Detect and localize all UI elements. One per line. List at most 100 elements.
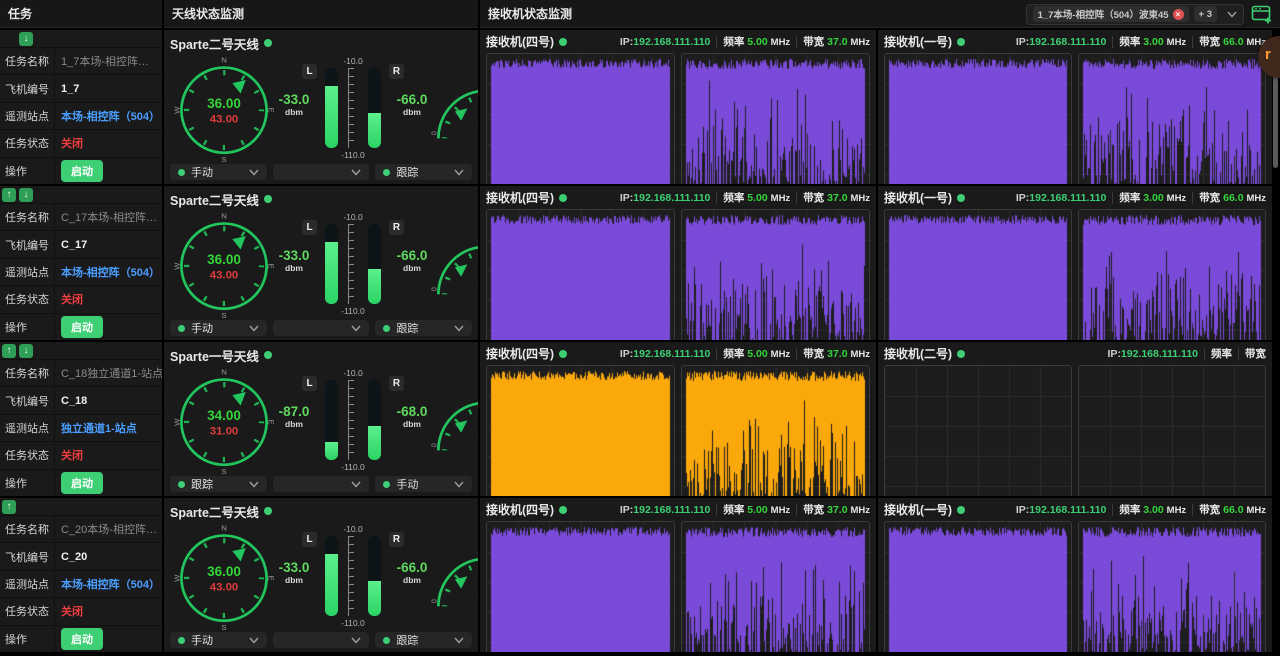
left-channel-badge: L: [302, 376, 317, 391]
dashboard-grid: ↑ ↓ 任务名称 1_7本场-相控阵… 飞机编号 1_7 遥测站点 本场-相控阵…: [0, 30, 1272, 652]
bw-unit: MHz: [850, 505, 870, 516]
station-link[interactable]: 本场-相控阵（504）: [61, 264, 160, 280]
azimuth-mode-select[interactable]: 跟踪: [170, 476, 267, 492]
task-reorder-arrows: ↑ ↓: [0, 498, 162, 515]
receiver-header: 接收机(四号) IP:192.168.111.110 频率 5.00 MHz 带…: [486, 33, 870, 50]
right-level-fill: [368, 581, 381, 616]
antenna-card: Sparte二号天线 N S W E 36.00 43.00 -1: [164, 30, 478, 184]
left-level-value: -33.0: [272, 92, 316, 107]
task-reorder-arrows: ↑ ↓: [0, 30, 162, 47]
beam-filter-select[interactable]: 1_7本场-相控阵（504）波束45 × + 3: [1026, 4, 1244, 25]
status-label: 任务状态: [0, 603, 54, 619]
floating-toolbar-glyph: r: [1265, 46, 1271, 63]
app-root: 任务 天线状态监测 接收机状态监测 1_7本场-相控阵（504）波束45 × +…: [0, 0, 1280, 656]
antenna-title-row: Sparte一号天线: [170, 346, 472, 364]
right-level-value: -66.0: [390, 248, 434, 263]
station-link[interactable]: 本场-相控阵（504）: [61, 576, 160, 592]
elevation-mode-select[interactable]: 跟踪: [375, 320, 472, 336]
spectrum-panel-right: [681, 521, 870, 652]
more-chips-badge[interactable]: + 3: [1194, 6, 1217, 22]
left-level-fill: [325, 554, 338, 616]
elevation-gauge: 90 0 180 23.00 30.00: [428, 538, 478, 615]
middle-mode-select[interactable]: [273, 320, 370, 336]
middle-mode-select[interactable]: [273, 632, 370, 648]
azimuth-mode-select[interactable]: 手动: [170, 320, 267, 336]
left-level-bar: [325, 380, 338, 460]
plane-id-row: 飞机编号 C_20: [0, 542, 162, 569]
action-value-wrap: 启动: [54, 314, 162, 340]
status-value: 关闭: [54, 598, 162, 624]
move-up-button[interactable]: ↑: [2, 500, 16, 514]
receiver-card: 接收机(四号) IP:192.168.111.110 频率 5.00 MHz 带…: [480, 30, 876, 184]
task-name-label: 任务名称: [0, 209, 54, 225]
ip-label: IP:: [1016, 504, 1029, 516]
action-label: 操作: [0, 631, 54, 647]
add-window-button[interactable]: [1250, 3, 1274, 25]
azimuth-mode-select[interactable]: 手动: [170, 164, 267, 180]
bw-label: 带宽: [803, 36, 824, 48]
move-up-button[interactable]: ↑: [2, 344, 16, 358]
azimuth-compass-gauge: N S W E 36.00 43.00: [170, 520, 278, 632]
spectrum-canvas: [885, 210, 1071, 340]
left-level-bar: [325, 68, 338, 148]
bw-value: 66.0: [1223, 36, 1243, 48]
right-level-fill: [368, 113, 381, 148]
plane-id-value: 1_7: [54, 75, 162, 101]
left-level-value-wrap: -87.0 dbm: [272, 404, 316, 429]
move-up-button[interactable]: ↑: [2, 188, 16, 202]
azimuth-mode-select[interactable]: 手动: [170, 632, 267, 648]
compass-n-label: N: [221, 523, 227, 532]
elevation-gauge: 90 0 180 28.00 37.00: [428, 382, 478, 459]
beam-filter-chip[interactable]: 1_7本场-相控阵（504）波束45 ×: [1033, 6, 1189, 22]
status-label: 任务状态: [0, 447, 54, 463]
beam-filter-chip-label: 1_7本场-相控阵（504）波束45: [1038, 7, 1169, 21]
move-down-button[interactable]: ↓: [19, 344, 33, 358]
status-row: 任务状态 关闭: [0, 441, 162, 468]
start-button[interactable]: 启动: [61, 472, 103, 494]
elevation-mode-select[interactable]: 跟踪: [375, 632, 472, 648]
ip-label: IP:: [620, 36, 633, 48]
move-down-button[interactable]: ↓: [19, 32, 33, 46]
compass-n-label: N: [221, 367, 227, 376]
compass-s-label: S: [221, 311, 226, 320]
spectrum-canvas: [682, 210, 869, 340]
chip-close-icon[interactable]: ×: [1173, 9, 1184, 20]
start-button[interactable]: 启动: [61, 160, 103, 182]
right-level-value: -66.0: [390, 92, 434, 107]
station-link[interactable]: 本场-相控阵（504）: [61, 108, 160, 124]
action-row: 操作 启动: [0, 469, 162, 496]
compass-s-label: S: [221, 467, 226, 476]
meter-top-label: -10.0: [278, 524, 428, 534]
ip-label: IP:: [620, 192, 633, 204]
elevation-mode-select[interactable]: 手动: [375, 476, 472, 492]
chevron-down-icon: [249, 637, 259, 644]
spectrum-panel-left: [884, 365, 1072, 496]
plane-id-row: 飞机编号 1_7: [0, 74, 162, 101]
spectrum-panel-right: [1078, 53, 1266, 184]
task-name-label: 任务名称: [0, 53, 54, 69]
receiver-card: 接收机(二号) IP:192.168.111.110 频率 带宽 CH1: [878, 342, 1272, 496]
spectrum-panel-left: [884, 53, 1072, 184]
spectrum-canvas: [885, 366, 1071, 496]
elevation-mode-select[interactable]: 跟踪: [375, 164, 472, 180]
spectrum-canvas: [885, 54, 1071, 184]
move-down-button[interactable]: ↓: [19, 188, 33, 202]
bw-label: 带宽: [1199, 192, 1220, 204]
antenna-mode-row: 手动 跟踪: [170, 164, 472, 180]
status-label: 任务状态: [0, 291, 54, 307]
freq-label: 频率: [723, 192, 744, 204]
station-value-wrap: 本场-相控阵（504） ···: [54, 259, 162, 285]
middle-mode-select[interactable]: [273, 476, 370, 492]
compass-w-label: W: [172, 574, 181, 582]
station-link[interactable]: 独立通道1-站点: [61, 420, 137, 436]
task-fields: 任务名称 C_18独立通道1-站点5 飞机编号 C_18 遥测站点 独立通道1-…: [0, 359, 162, 496]
azimuth-actual-value: 36.00: [207, 96, 241, 111]
receiver-meta: IP:192.168.111.110 频率 5.00 MHz 带宽 37.0 M…: [620, 34, 870, 49]
start-button[interactable]: 启动: [61, 628, 103, 650]
start-button[interactable]: 启动: [61, 316, 103, 338]
elevation-actual-value: 23.00: [477, 272, 478, 287]
signal-level-meter: -10.0 L R -87.0 dbm -68.0 dbm: [278, 370, 428, 470]
middle-mode-select[interactable]: [273, 164, 370, 180]
spectrum-panel-left: [884, 209, 1072, 340]
station-value-wrap: 独立通道1-站点: [54, 415, 162, 441]
